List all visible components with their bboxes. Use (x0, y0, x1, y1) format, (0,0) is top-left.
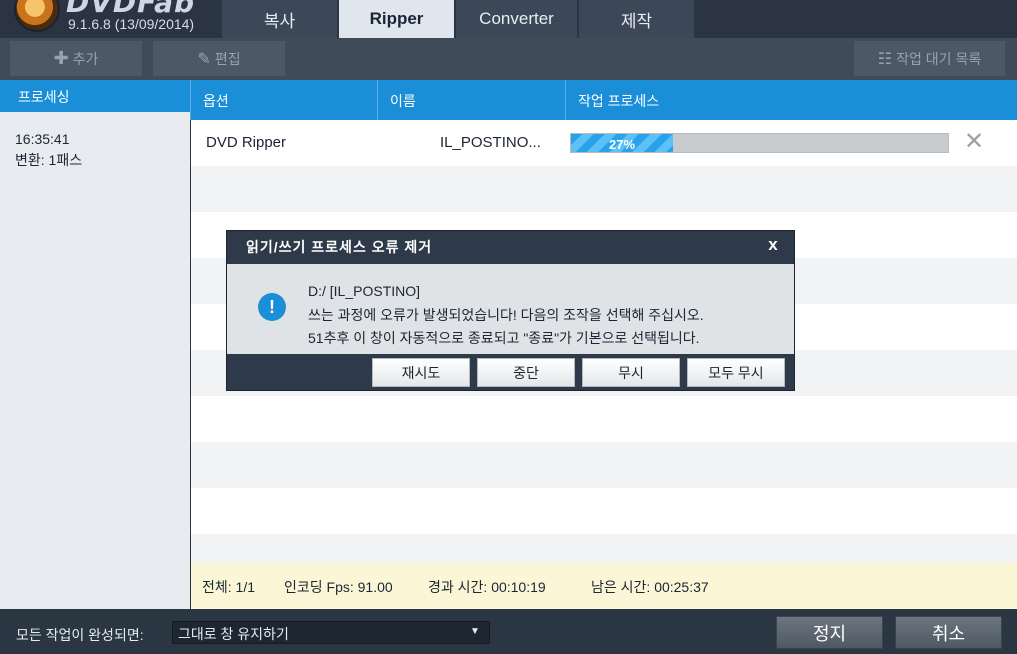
progress-bar: 27% (570, 133, 949, 153)
processing-panel (0, 112, 190, 609)
dialog-title: 읽기/쓰기 프로세스 오류 제거 (246, 239, 433, 255)
row-option: DVD Ripper (206, 134, 287, 151)
edit-icon: ✎ (197, 50, 211, 68)
status-fps: 인코딩 Fps: 91.00 (284, 579, 393, 595)
cancel-button[interactable]: 취소 (895, 616, 1002, 649)
retry-button[interactable]: 재시도 (372, 358, 470, 387)
table-row-empty (191, 166, 1017, 212)
ignore-button[interactable]: 무시 (582, 358, 680, 387)
dialog-close-icon[interactable]: x (763, 235, 783, 255)
plus-icon: ✚ (53, 48, 69, 68)
row-name: IL_POSTINO... (440, 134, 541, 151)
chevron-down-icon[interactable]: ▼ (470, 626, 482, 638)
table-row-empty (191, 396, 1017, 442)
on-complete-select[interactable]: 그대로 창 유지하기 (172, 621, 490, 644)
abort-button[interactable]: 중단 (477, 358, 575, 387)
dialog-countdown-message: 51추후 이 창이 자동적으로 종료되고 "종료"가 기본으로 선택됩니다. (308, 330, 700, 346)
dialog-path: D:/ [IL_POSTINO] (308, 283, 421, 299)
tab-create[interactable]: 제작 (579, 0, 695, 38)
queue-list-label: 작업 대기 목록 (896, 50, 982, 67)
status-total: 전체: 1/1 (202, 579, 256, 595)
processing-header: 프로세싱 (0, 80, 190, 112)
status-remaining: 남은 시간: 00:25:37 (591, 579, 709, 595)
add-button-label: 추가 (72, 50, 99, 67)
tab-converter[interactable]: Converter (456, 0, 578, 38)
conversion-mode: 변환: 1패스 (15, 152, 83, 168)
tab-copy[interactable]: 복사 (222, 0, 338, 38)
remove-task-icon[interactable]: ✕ (963, 130, 985, 154)
table-row-empty (191, 534, 1017, 563)
column-header-progress: 작업 프로세스 (565, 80, 993, 120)
on-complete-label: 모든 작업이 완성되면: (16, 627, 144, 643)
list-icon: ☷ (877, 50, 893, 68)
ignore-all-button[interactable]: 모두 무시 (687, 358, 785, 387)
info-icon: ! (258, 293, 286, 321)
process-start-time: 16:35:41 (15, 131, 70, 147)
progress-percent: 27% (608, 136, 636, 152)
add-button[interactable]: ✚ 추가 (10, 41, 142, 76)
edit-button[interactable]: ✎ 편집 (153, 41, 285, 76)
column-header-name: 이름 (377, 80, 565, 120)
status-elapsed: 경과 시간: 00:10:19 (428, 579, 546, 595)
stop-button[interactable]: 정지 (776, 616, 883, 649)
dialog-message: 쓰는 과정에 오류가 발생되었습니다! 다음의 조작을 선택해 주십시오. (308, 307, 704, 323)
column-header-option: 옵션 (190, 80, 377, 120)
table-row-empty (191, 442, 1017, 488)
edit-button-label: 편집 (214, 50, 241, 67)
app-version: 9.1.6.8 (13/09/2014) (68, 16, 195, 32)
tab-ripper[interactable]: Ripper (339, 0, 455, 38)
queue-list-button[interactable]: ☷ 작업 대기 목록 (854, 41, 1005, 76)
table-row-empty (191, 488, 1017, 534)
